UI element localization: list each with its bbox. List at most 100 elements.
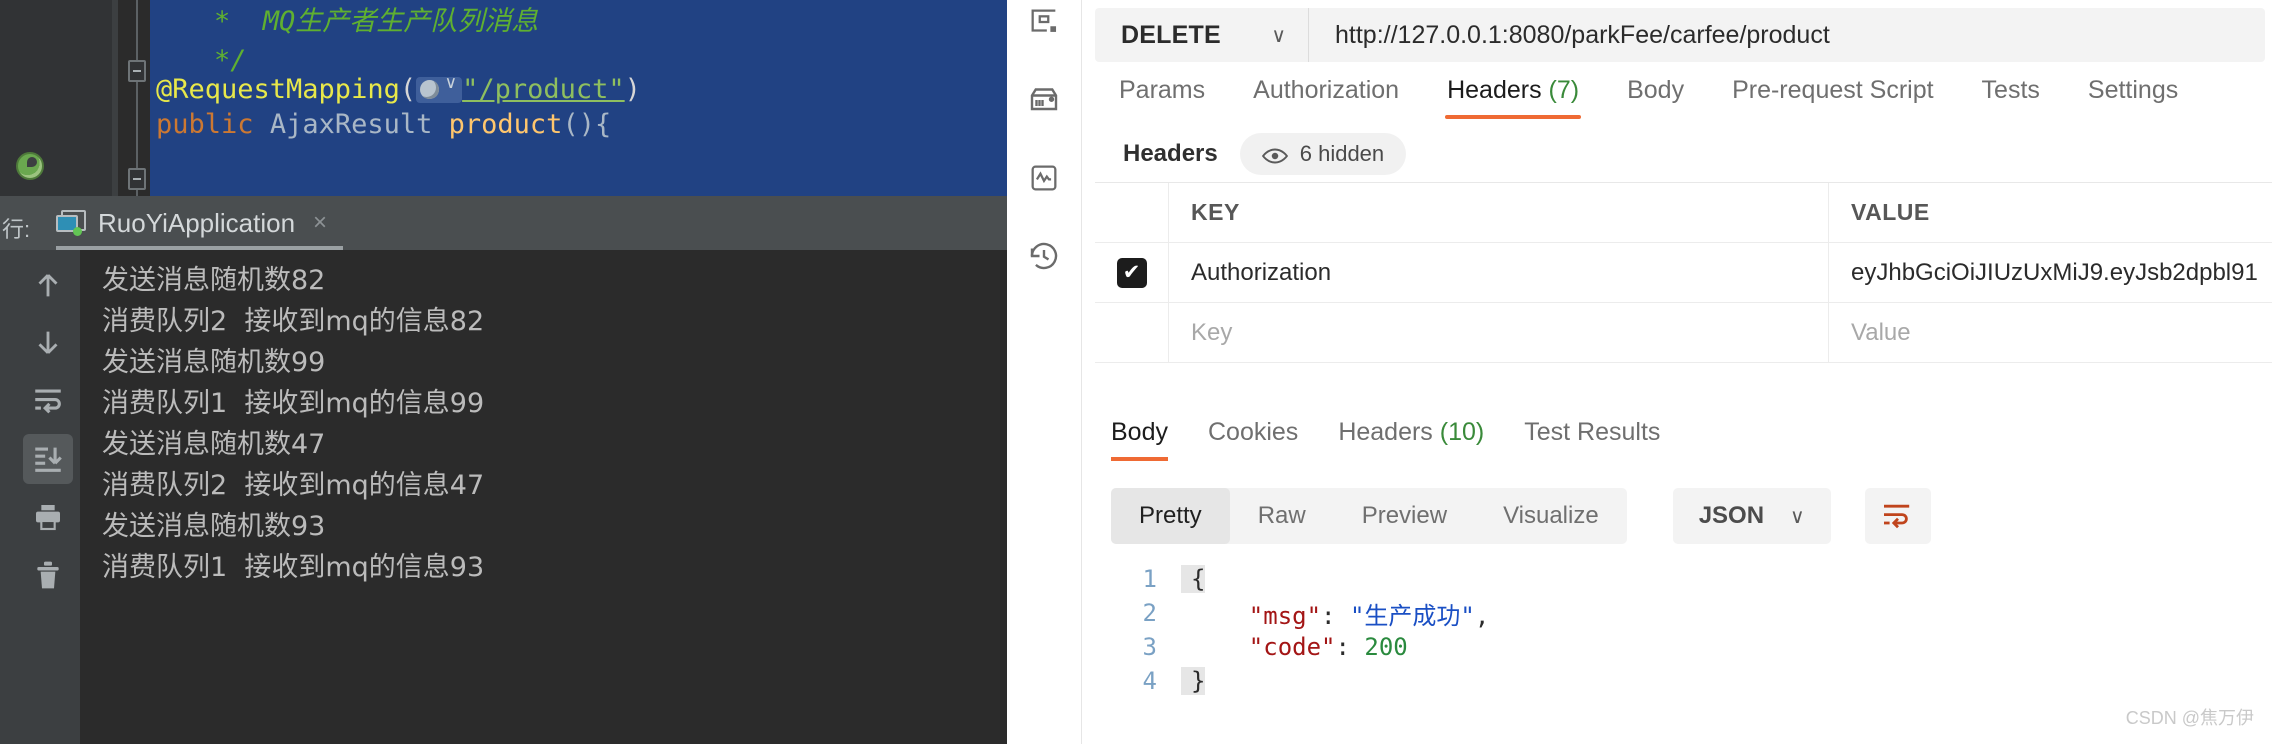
tab-body[interactable]: Body: [1603, 72, 1708, 119]
request-url-input[interactable]: http://127.0.0.1:8080/parkFee/carfee/pro…: [1309, 21, 1830, 50]
chevron-down-icon: ∨: [1271, 23, 1286, 47]
postman-main-panel: DELETE ∨ http://127.0.0.1:8080/parkFee/c…: [1083, 0, 2272, 744]
keyword-public: public: [156, 109, 254, 140]
line-number: 3: [1142, 633, 1157, 661]
response-tab-body[interactable]: Body: [1111, 418, 1190, 461]
header-key-value: Authorization: [1191, 258, 1332, 286]
tab-tests[interactable]: Tests: [1958, 72, 2064, 119]
headers-title: Headers: [1123, 140, 1218, 167]
row-checkbox[interactable]: ✔: [1116, 257, 1147, 288]
tab-pre-request-script[interactable]: Pre-request Script: [1708, 72, 1957, 119]
console-line: 发送消息随机数82: [102, 265, 326, 296]
history-icon[interactable]: [1024, 236, 1064, 276]
environment-icon[interactable]: [1024, 80, 1064, 120]
console-line: 消费队列1 接收到mq的信息93: [102, 552, 485, 584]
new-row-checkbox-cell: [1095, 303, 1169, 362]
code-line: 4 }: [1095, 664, 2272, 698]
response-tab-cookies[interactable]: Cookies: [1208, 418, 1320, 461]
view-mode-pretty[interactable]: Pretty: [1111, 488, 1230, 544]
space-2: [432, 109, 448, 140]
code-line: 3 "code": 200: [1095, 630, 2272, 664]
scroll-down-icon[interactable]: [23, 318, 73, 368]
code-editor[interactable]: * MQ生产者生产队列消息 */ @RequestMapping("/produ…: [0, 0, 1007, 196]
soft-wrap-icon[interactable]: [23, 376, 73, 426]
tab-authorization[interactable]: Authorization: [1229, 72, 1423, 119]
scroll-up-icon[interactable]: [23, 260, 73, 310]
response-tab-test-results[interactable]: Test Results: [1524, 418, 1682, 461]
word-wrap-button[interactable]: [1864, 488, 1931, 544]
tab-params[interactable]: Params: [1095, 72, 1229, 119]
request-tabs: Params Authorization Headers (7) Body Pr…: [1095, 72, 2272, 124]
tab-label: Headers: [1447, 76, 1542, 104]
line-number: 4: [1142, 667, 1157, 695]
table-new-row[interactable]: Key Value: [1095, 303, 2272, 363]
row-key-cell[interactable]: Authorization: [1169, 243, 1829, 302]
column-value-label: VALUE: [1851, 199, 1930, 225]
tab-label: Params: [1119, 76, 1206, 104]
column-header-value: VALUE: [1829, 183, 2272, 242]
monitor-icon[interactable]: [1024, 158, 1064, 198]
code-line: 1 {: [1095, 562, 2272, 596]
close-paren: ): [624, 74, 641, 105]
close-icon[interactable]: ×: [313, 209, 327, 237]
clear-all-trash-icon[interactable]: [23, 550, 73, 600]
run-console-output[interactable]: 发送消息随机数82 消费队列2 接收到mq的信息82 发送消息随机数99 消费队…: [80, 250, 1007, 744]
response-tabs: Body Cookies Headers (10) Test Results: [1111, 418, 1700, 461]
editor-gutter-strip: [112, 0, 118, 196]
view-mode-raw[interactable]: Raw: [1230, 488, 1334, 544]
code-line-comment-2: */: [214, 45, 247, 76]
response-language-select[interactable]: JSON ∨: [1672, 488, 1831, 544]
console-line: 消费队列1 接收到mq的信息99: [102, 388, 485, 420]
view-mode-visualize[interactable]: Visualize: [1475, 488, 1627, 544]
method-name: product: [448, 109, 563, 140]
json-key: "code": [1248, 633, 1336, 661]
response-body-code[interactable]: 1 { 2 "msg": "生产成功", 3 "code": 200 4 }: [1095, 562, 2272, 744]
response-tab-headers[interactable]: Headers (10): [1338, 418, 1506, 461]
line-number: 2: [1142, 599, 1157, 627]
application-icon: [56, 210, 86, 236]
json-string: "生产成功": [1349, 601, 1475, 630]
new-row-key-cell[interactable]: Key: [1169, 303, 1829, 362]
run-tool-window-tabbar: 行: RuoYiApplication ×: [0, 196, 1007, 250]
console-line: 发送消息随机数47: [102, 429, 326, 461]
row-value-cell[interactable]: eyJhbGciOiJIUzUxMiJ9.eyJsb2dpbl91: [1829, 243, 2272, 302]
code-text: "code": 200: [1181, 633, 1408, 661]
response-view-mode-group: Pretty Raw Preview Visualize: [1111, 488, 1627, 544]
code-fold-marker-top[interactable]: [128, 60, 146, 82]
space-1: [254, 109, 270, 140]
code-text: }: [1181, 667, 1206, 695]
console-line: 消费队列2 接收到mq的信息47: [102, 470, 485, 502]
headers-section-header: Headers 6 hidden: [1123, 130, 1407, 178]
mapping-path-string: "/product": [462, 74, 625, 105]
table-row[interactable]: ✔ Authorization eyJhbGciOiJIUzUxMiJ9.eyJ…: [1095, 243, 2272, 303]
run-gutter-icon[interactable]: [16, 152, 44, 180]
hidden-headers-toggle[interactable]: 6 hidden: [1239, 133, 1407, 175]
print-icon[interactable]: [23, 492, 73, 542]
run-window-left-edge: [0, 250, 16, 744]
tab-label: Headers: [1338, 418, 1433, 446]
run-tab-ruoyiapplication[interactable]: RuoYiApplication ×: [46, 200, 337, 246]
key-placeholder: Key: [1191, 318, 1233, 346]
tab-settings[interactable]: Settings: [2064, 72, 2202, 119]
header-checkbox-column: [1095, 183, 1169, 242]
new-request-icon[interactable]: [1024, 2, 1064, 42]
tab-headers[interactable]: Headers (7): [1423, 72, 1603, 119]
colon: :: [1335, 633, 1365, 661]
view-mode-preview[interactable]: Preview: [1334, 488, 1475, 544]
new-row-value-cell[interactable]: Value: [1829, 303, 2272, 362]
http-method-value: DELETE: [1121, 20, 1221, 49]
column-header-key: KEY: [1169, 183, 1829, 242]
response-format-bar: Pretty Raw Preview Visualize JSON ∨: [1111, 488, 1931, 544]
tab-label: Pre-request Script: [1732, 76, 1934, 104]
http-method-select[interactable]: DELETE ∨: [1095, 8, 1309, 62]
json-number: 200: [1364, 633, 1408, 661]
scroll-to-end-icon[interactable]: [23, 434, 73, 484]
code-text: {: [1181, 565, 1206, 593]
code-line-comment-1: * MQ生产者生产队列消息: [214, 8, 538, 35]
code-fold-marker-bottom[interactable]: [128, 168, 146, 190]
globe-icon[interactable]: [416, 75, 463, 103]
console-line: 发送消息随机数93: [102, 511, 326, 543]
tab-label: Body: [1627, 76, 1685, 104]
